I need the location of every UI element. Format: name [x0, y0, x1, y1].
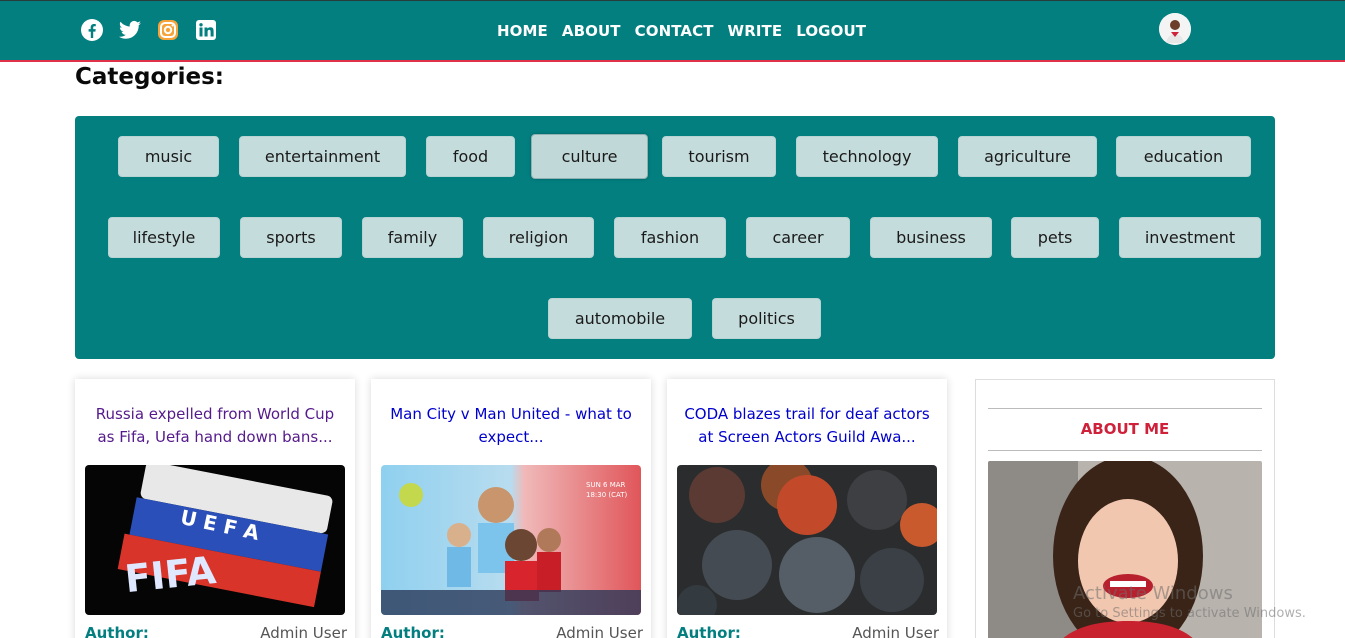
instagram-icon[interactable] — [156, 18, 180, 42]
author-name: Admin User — [852, 624, 939, 638]
category-pets[interactable]: pets — [1011, 217, 1099, 258]
category-religion[interactable]: religion — [483, 217, 594, 258]
nav-logout[interactable]: LOGOUT — [796, 22, 866, 40]
author-name: Admin User — [260, 624, 347, 638]
categories-panel: music entertainment food culture tourism… — [75, 116, 1275, 359]
post-title[interactable]: Man City v Man United - what to expect..… — [381, 403, 641, 449]
categories-title: Categories: — [75, 64, 224, 90]
man-city-man-united-poster-image[interactable]: SUN 6 MAR 18:30 (CAT) — [381, 465, 641, 615]
divider — [988, 408, 1262, 409]
social-links — [80, 18, 218, 42]
category-tourism[interactable]: tourism — [662, 136, 776, 177]
user-avatar[interactable] — [1159, 13, 1191, 45]
category-investment[interactable]: investment — [1119, 217, 1261, 258]
category-music[interactable]: music — [118, 136, 219, 177]
category-entertainment[interactable]: entertainment — [239, 136, 406, 177]
author-label: Author: — [85, 624, 149, 638]
category-food[interactable]: food — [426, 136, 515, 177]
fifa-uefa-flag-image[interactable]: FIFA U E F A — [85, 465, 345, 615]
nav-about[interactable]: ABOUT — [562, 22, 621, 40]
svg-text:18:30 (CAT): 18:30 (CAT) — [586, 491, 628, 499]
post-card[interactable]: CODA blazes trail for deaf actors at Scr… — [667, 379, 947, 638]
post-card[interactable]: Russia expelled from World Cup as Fifa, … — [75, 379, 355, 638]
category-politics[interactable]: politics — [712, 298, 821, 339]
category-technology[interactable]: technology — [796, 136, 938, 177]
post-card[interactable]: Man City v Man United - what to expect..… — [371, 379, 651, 638]
svg-text:SUN 6 MAR: SUN 6 MAR — [586, 481, 626, 489]
nav-write[interactable]: WRITE — [728, 22, 783, 40]
category-fashion[interactable]: fashion — [614, 217, 726, 258]
twitter-icon[interactable] — [118, 18, 142, 42]
nav-home[interactable]: HOME — [497, 22, 548, 40]
category-education[interactable]: education — [1116, 136, 1251, 177]
author-label: Author: — [677, 624, 741, 638]
category-sports[interactable]: sports — [240, 217, 342, 258]
dark-droplets-image[interactable] — [677, 465, 937, 615]
nav-contact[interactable]: CONTACT — [635, 22, 714, 40]
category-family[interactable]: family — [362, 217, 463, 258]
author-name: Admin User — [556, 624, 643, 638]
category-business[interactable]: business — [870, 217, 992, 258]
category-agriculture[interactable]: agriculture — [958, 136, 1097, 177]
top-navbar: HOME ABOUT CONTACT WRITE LOGOUT — [0, 0, 1345, 62]
linkedin-icon[interactable] — [194, 18, 218, 42]
watermark-subtitle: Go to Settings to activate Windows. — [1073, 606, 1306, 621]
category-career[interactable]: career — [746, 217, 850, 258]
category-lifestyle[interactable]: lifestyle — [108, 217, 220, 258]
post-title[interactable]: Russia expelled from World Cup as Fifa, … — [85, 403, 345, 449]
divider — [988, 450, 1262, 451]
about-heading: ABOUT ME — [1080, 420, 1170, 438]
post-title[interactable]: CODA blazes trail for deaf actors at Scr… — [677, 403, 937, 449]
watermark-title: Activate Windows — [1073, 583, 1233, 604]
author-label: Author: — [381, 624, 445, 638]
main-nav: HOME ABOUT CONTACT WRITE LOGOUT — [497, 22, 866, 40]
facebook-icon[interactable] — [80, 18, 104, 42]
activate-windows-watermark: Activate Windows Go to Settings to activ… — [1073, 583, 1306, 621]
category-culture[interactable]: culture — [531, 134, 648, 179]
category-automobile[interactable]: automobile — [548, 298, 692, 339]
